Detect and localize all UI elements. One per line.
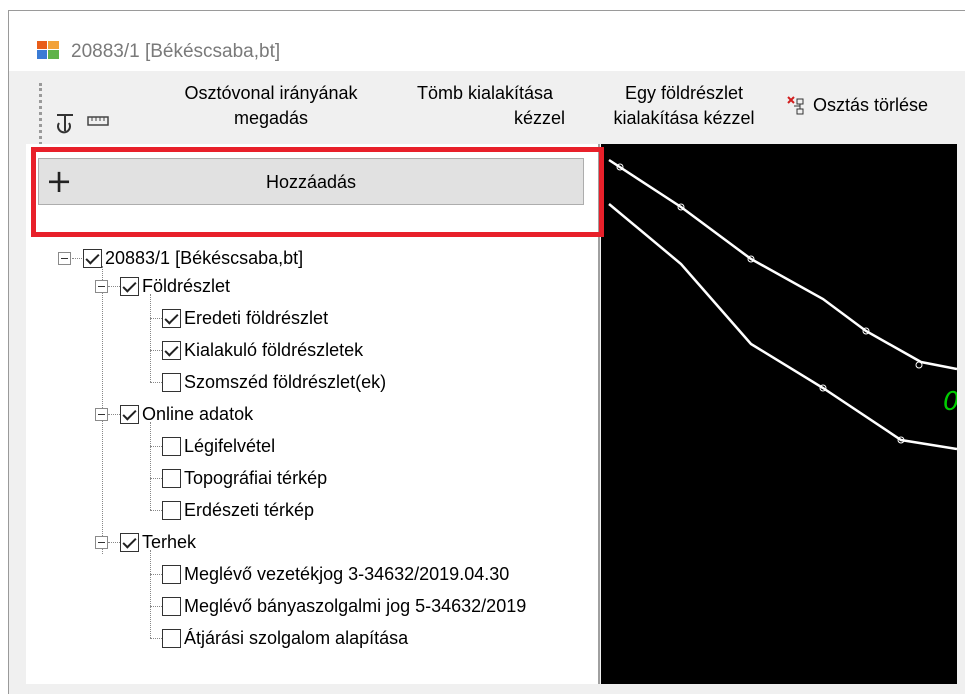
tree-node-topografiai[interactable]: Topográfiai térkép xyxy=(162,464,327,492)
checkbox-terhek[interactable] xyxy=(120,532,139,552)
tree-node-online[interactable]: Online adatok xyxy=(120,400,253,428)
tree-node-atjarasi[interactable]: Átjárási szolgalom alapítása xyxy=(162,624,408,652)
collapse-terhek-icon[interactable] xyxy=(95,536,108,549)
tree-node-vezetekjog[interactable]: Meglévő vezetékjog 3-34632/2019.04.30 xyxy=(162,560,509,588)
parcel-boundary-line xyxy=(608,203,958,451)
checkbox-legifelvetel[interactable] xyxy=(162,436,181,456)
tree-node-legifelvetel[interactable]: Légifelvétel xyxy=(162,432,275,460)
tree-line xyxy=(108,414,120,415)
ruler-icon[interactable] xyxy=(87,115,109,127)
tree-line xyxy=(150,550,151,638)
tree-label-terhek: Terhek xyxy=(142,531,197,552)
tree-label-legifelvetel: Légifelvétel xyxy=(184,435,276,456)
tree-label-szomszed: Szomszéd földrészlet(ek) xyxy=(184,371,387,392)
checkbox-kialakulo[interactable] xyxy=(162,340,181,360)
layer-panel: + Hozzáadás 20883/1 [Békéscsaba,bt] Föld… xyxy=(26,144,600,684)
tree-line xyxy=(108,286,120,287)
tree-label-kialakulo: Kialakuló földrészletek xyxy=(184,339,364,360)
osztovonal-button[interactable]: Osztóvonal irányának megadás xyxy=(151,81,391,131)
tree-line xyxy=(150,422,151,510)
checkbox-online[interactable] xyxy=(120,404,139,424)
tree-label-online: Online adatok xyxy=(142,403,254,424)
rotate-line-icon[interactable] xyxy=(53,109,77,135)
tree-line xyxy=(108,542,120,543)
toolbar-grip[interactable] xyxy=(39,83,42,145)
parcel-boundary-line xyxy=(608,158,958,371)
tree-line xyxy=(150,382,162,383)
checkbox-root[interactable] xyxy=(83,248,102,268)
egy-foldreszlet-button[interactable]: Egy földrészlet kialakítása kézzel xyxy=(589,81,779,131)
checkbox-banyaszolgalmi[interactable] xyxy=(162,596,181,616)
tree-label-vezetekjog: Meglévő vezetékjog 3-34632/2019.04.30 xyxy=(184,563,510,584)
tomb-line1: Tömb kialakítása xyxy=(416,83,554,103)
title-bar: 20883/1 [Békéscsaba,bt] xyxy=(9,11,965,71)
checkbox-eredeti[interactable] xyxy=(162,308,181,328)
tree-line xyxy=(150,478,162,479)
checkbox-szomszed[interactable] xyxy=(162,372,181,392)
add-button-label: Hozzáadás xyxy=(265,172,357,192)
tree-node-eredeti[interactable]: Eredeti földrészlet xyxy=(162,304,328,332)
delete-split-icon xyxy=(787,96,804,115)
checkbox-topografiai[interactable] xyxy=(162,468,181,488)
toolbar: Osztóvonal irányának megadás Tömb kialak… xyxy=(9,75,965,155)
window-title: 20883/1 [Békéscsaba,bt] xyxy=(71,41,281,62)
tree-node-root[interactable]: 20883/1 [Békéscsaba,bt] xyxy=(83,244,303,272)
vertex-marker[interactable] xyxy=(915,361,923,369)
tree-node-terhek[interactable]: Terhek xyxy=(120,528,196,556)
collapse-foldreszlet-icon[interactable] xyxy=(95,280,108,293)
tree-line xyxy=(150,638,162,639)
map-drawing: 0 xyxy=(608,158,960,451)
tree-label-foldreszlet: Földrészlet xyxy=(142,275,231,296)
tree-line xyxy=(150,510,162,511)
tree-line xyxy=(150,574,162,575)
tree-line xyxy=(150,446,162,447)
tomb-line2: kézzel xyxy=(513,108,565,128)
map-canvas[interactable]: 0 xyxy=(601,144,960,684)
tree-node-erdeszeti[interactable]: Erdészeti térkép xyxy=(162,496,314,524)
egy-line2: kialakítása kézzel xyxy=(613,108,755,128)
tree-label-root: 20883/1 [Békéscsaba,bt] xyxy=(105,247,304,268)
checkbox-vezetekjog[interactable] xyxy=(162,564,181,584)
tree-label-banyaszolgalmi: Meglévő bányaszolgalmi jog 5-34632/2019 xyxy=(184,595,527,616)
tree-line xyxy=(150,318,162,319)
tree-node-banyaszolgalmi[interactable]: Meglévő bányaszolgalmi jog 5-34632/2019 xyxy=(162,592,526,620)
collapse-root-icon[interactable] xyxy=(58,252,71,265)
tree-node-foldreszlet[interactable]: Földrészlet xyxy=(120,272,230,300)
egy-line1: Egy földrészlet xyxy=(624,83,744,103)
tree-node-szomszed[interactable]: Szomszéd földrészlet(ek) xyxy=(162,368,386,396)
tree-line xyxy=(150,606,162,607)
osztas-torlese-label: Osztás törlése xyxy=(813,95,929,115)
collapse-online-icon[interactable] xyxy=(95,408,108,421)
tree-label-eredeti: Eredeti földrészlet xyxy=(184,307,329,328)
checkbox-atjarasi[interactable] xyxy=(162,628,181,648)
tree-node-kialakulo[interactable]: Kialakuló földrészletek xyxy=(162,336,363,364)
tree-label-atjarasi: Átjárási szolgalom alapítása xyxy=(184,627,409,648)
tree-label-topografiai: Topográfiai térkép xyxy=(184,467,328,488)
tomb-kezzel-button[interactable]: Tömb kialakítása kézzel xyxy=(395,81,575,131)
tree-line xyxy=(150,294,151,382)
osztovonal-line2: megadás xyxy=(233,108,309,128)
checkbox-foldreszlet[interactable] xyxy=(120,276,139,296)
checkbox-erdeszeti[interactable] xyxy=(162,500,181,520)
osztovonal-line1: Osztóvonal irányának xyxy=(184,83,358,103)
tree-label-erdeszeti: Erdészeti térkép xyxy=(184,499,315,520)
app-icon xyxy=(37,41,59,59)
add-button[interactable]: + Hozzáadás xyxy=(38,158,584,205)
parcel-label: 0 xyxy=(943,387,957,417)
tree-line xyxy=(150,350,162,351)
